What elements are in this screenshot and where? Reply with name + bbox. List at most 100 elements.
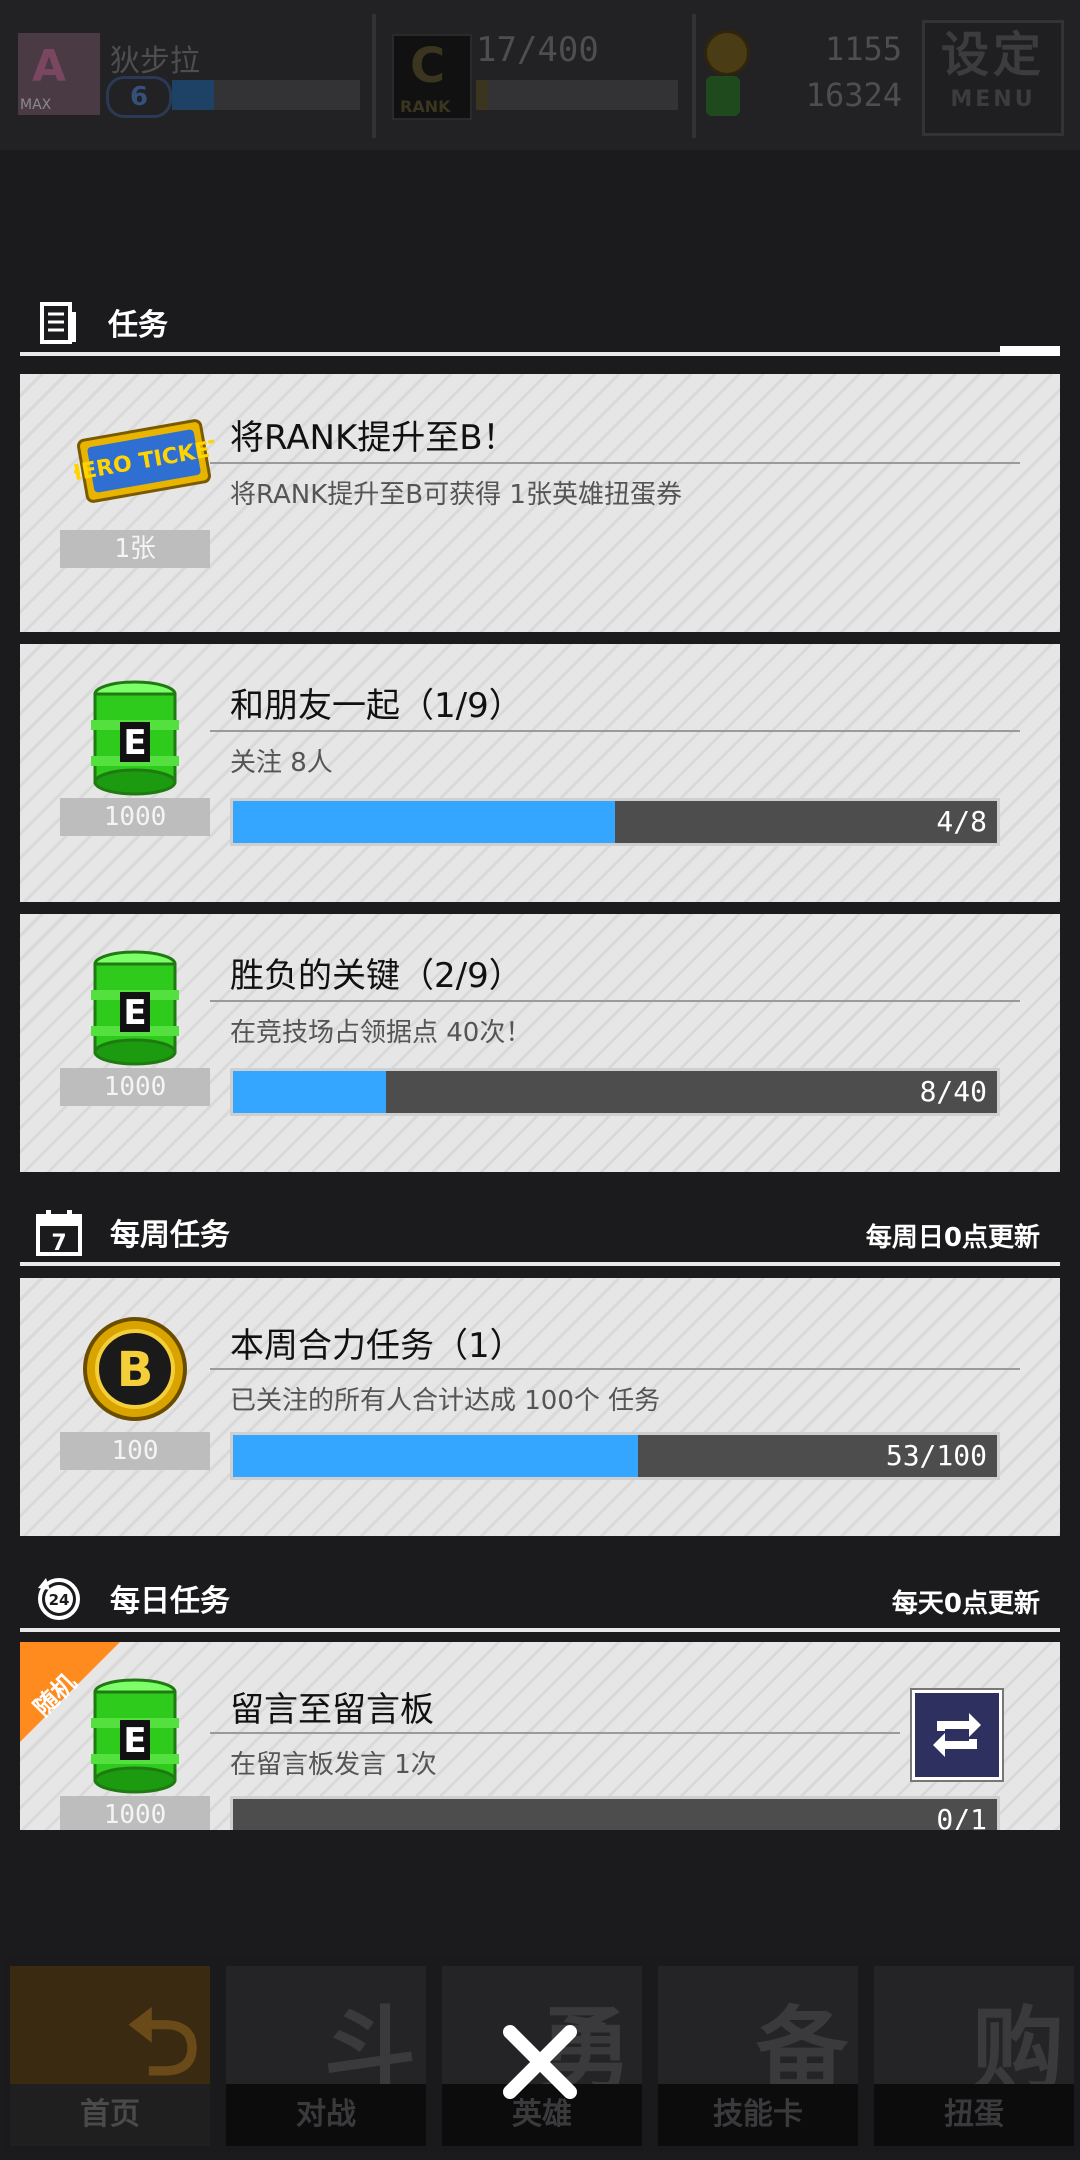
nav-art: 斗 <box>226 1966 426 2104</box>
daily-reset-note: 每天0点更新 <box>891 1589 1040 1619</box>
divider <box>692 14 696 138</box>
player-name: 狄步拉 <box>110 44 200 79</box>
weekly-reset-note: 每周日0点更新 <box>865 1223 1040 1253</box>
mission-card[interactable]: E 1000 胜负的关键（2/9） 在竞技场占领据点 40次！ 8/40 <box>20 914 1060 1172</box>
mission-card[interactable]: B 100 本周合力任务（1） 已关注的所有人合计达成 100个 任务 53/1… <box>20 1278 1060 1536</box>
level-badge: 6 <box>106 76 172 118</box>
daily-title: 每日任务 <box>110 1584 230 1619</box>
svg-text:E: E <box>123 723 146 763</box>
mission-desc: 已关注的所有人合计达成 100个 任务 <box>230 1386 661 1416</box>
settings-button[interactable]: 设定 MENU <box>922 20 1064 136</box>
rank-bar <box>476 80 678 110</box>
title-rule <box>210 462 1020 464</box>
mission-card[interactable]: HERO TICKET 1张 将RANK提升至B！ 将RANK提升至B可获得 1… <box>20 374 1060 632</box>
document-icon <box>40 302 76 344</box>
svg-text:24: 24 <box>49 1591 70 1609</box>
refresh-24h-icon: 24 <box>38 1578 80 1620</box>
progress-fill <box>233 1435 638 1477</box>
mission-title: 和朋友一起（1/9） <box>230 686 523 726</box>
rank-letter: C <box>410 38 446 94</box>
nav-item-skill-cards[interactable]: 备 技能卡 <box>650 1958 866 2152</box>
section-divider-tab <box>1000 346 1060 356</box>
mission-card[interactable]: 随机 E 1000 留言至留言板 在留言板发言 1次 0/1 <box>20 1642 1060 1830</box>
rank-icon: C RANK <box>392 34 472 120</box>
nav-item-home[interactable]: ⮌ 首页 <box>2 1958 218 2152</box>
refresh-mission-button[interactable] <box>912 1690 1002 1780</box>
rank-label: RANK <box>400 97 451 116</box>
mission-desc: 将RANK提升至B可获得 1张英雄扭蛋券 <box>230 480 682 510</box>
energy-icon <box>706 76 740 116</box>
exp-bar <box>172 80 360 110</box>
section-divider <box>20 1262 1060 1266</box>
mission-title: 将RANK提升至B！ <box>230 418 517 458</box>
nav-item-gacha[interactable]: 购 扭蛋 <box>866 1958 1080 2152</box>
nav-art: 购 <box>874 1966 1074 2104</box>
mission-desc: 在留言板发言 1次 <box>230 1750 437 1780</box>
missions-title: 任务 <box>108 308 168 343</box>
title-rule <box>210 1368 1020 1370</box>
nav-label: 对战 <box>226 2084 426 2146</box>
nav-art: 备 <box>658 1966 858 2104</box>
rank-progress: 17/400 <box>476 30 599 70</box>
section-divider <box>20 352 1060 356</box>
progress-fill <box>233 1071 386 1113</box>
energy-canister-icon: E <box>91 1678 179 1794</box>
missions-header: 任务 <box>20 286 1060 356</box>
weekly-header: 7 每周任务 每周日0点更新 <box>20 1196 1060 1266</box>
svg-text:B: B <box>117 1342 154 1398</box>
mission-title: 留言至留言板 <box>230 1690 434 1730</box>
progress-text: 4/8 <box>936 805 987 838</box>
b-coin-icon: B <box>83 1317 187 1421</box>
progress-bar: 0/1 <box>230 1796 1000 1830</box>
title-rule <box>210 730 1020 732</box>
energy-value: 16324 <box>805 76 902 114</box>
title-rule <box>210 1000 1020 1002</box>
reward-amount: 1000 <box>60 798 210 836</box>
mission-title: 本周合力任务（1） <box>230 1326 524 1366</box>
energy-canister-icon: E <box>91 680 179 796</box>
gold-coin-icon <box>704 30 750 76</box>
svg-text:E: E <box>123 1721 146 1761</box>
mission-title: 胜负的关键（2/9） <box>230 956 523 996</box>
svg-text:E: E <box>123 993 146 1033</box>
progress-text: 0/1 <box>936 1803 987 1830</box>
nav-label: 技能卡 <box>658 2084 858 2146</box>
nav-label: 扭蛋 <box>874 2084 1074 2146</box>
avatar-tag: MAX <box>20 97 52 113</box>
section-divider <box>20 1628 1060 1632</box>
avatar-glyph: A <box>32 41 67 92</box>
settings-sublabel: MENU <box>950 87 1036 112</box>
nav-label: 首页 <box>10 2084 210 2146</box>
progress-fill <box>233 801 615 843</box>
svg-text:7: 7 <box>51 1231 66 1256</box>
swap-icon <box>933 1713 981 1757</box>
daily-header: 24 每日任务 每天0点更新 <box>20 1562 1060 1632</box>
progress-bar: 53/100 <box>230 1432 1000 1480</box>
calendar-icon: 7 <box>36 1210 82 1256</box>
reward-amount: 1000 <box>60 1796 210 1830</box>
close-button[interactable] <box>496 2018 584 2106</box>
mission-desc: 在竞技场占领据点 40次！ <box>230 1018 532 1048</box>
progress-text: 8/40 <box>919 1075 987 1108</box>
divider <box>372 14 376 138</box>
mission-card[interactable]: E 1000 和朋友一起（1/9） 关注 8人 4/8 <box>20 644 1060 902</box>
nav-item-battle[interactable]: 斗 对战 <box>218 1958 434 2152</box>
avatar[interactable]: A MAX <box>18 33 100 115</box>
progress-text: 53/100 <box>885 1439 987 1472</box>
hero-ticket-icon: HERO TICKET <box>74 419 214 503</box>
rank-bar-fill <box>476 80 488 110</box>
progress-bar: 4/8 <box>230 798 1000 846</box>
exp-bar-fill <box>172 80 214 110</box>
nav-art: ⮌ <box>10 1966 210 2096</box>
mission-desc: 关注 8人 <box>230 748 333 778</box>
reward-amount: 1000 <box>60 1068 210 1106</box>
gold-value: 1155 <box>824 30 902 68</box>
settings-label: 设定 <box>940 27 1045 83</box>
close-icon <box>503 2025 577 2099</box>
weekly-title: 每周任务 <box>110 1218 230 1253</box>
reward-amount: 100 <box>60 1432 210 1470</box>
energy-canister-icon: E <box>91 950 179 1066</box>
reward-amount: 1张 <box>60 530 210 568</box>
title-rule <box>210 1732 900 1734</box>
status-bar: A MAX 狄步拉 6 C RANK 17/400 1155 16324 设定 … <box>0 0 1080 150</box>
